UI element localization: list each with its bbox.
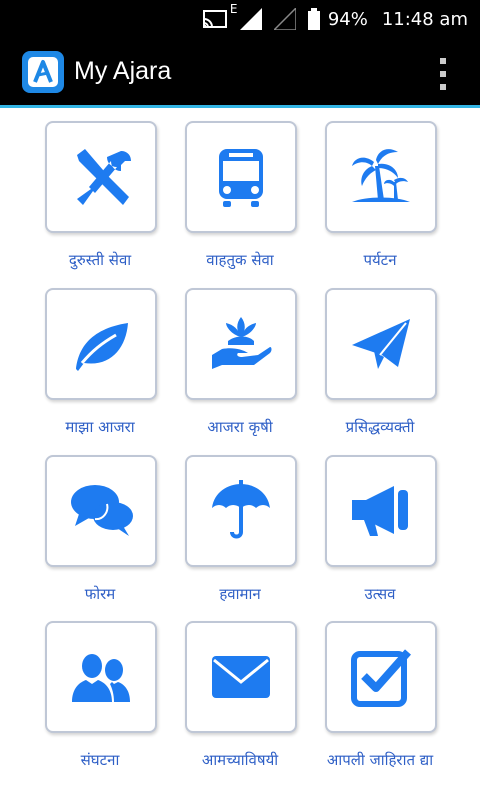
battery-icon	[307, 8, 320, 30]
tile-label: दुरुस्ती सेवा	[68, 251, 132, 269]
cast-icon	[202, 9, 228, 29]
palm-tree-icon	[352, 149, 410, 202]
envelope-icon	[212, 656, 270, 698]
tile-ajara-agriculture[interactable]: आजरा कृषी	[180, 288, 320, 448]
tile-label: आमच्याविषयी	[201, 751, 279, 769]
status-bar: E 94% 11:48 am	[0, 0, 480, 38]
paper-plane-icon	[352, 319, 410, 369]
tile-label: आजरा कृषी	[207, 418, 273, 436]
network-type: E	[229, 2, 238, 16]
tile-label: हवामान	[219, 585, 261, 603]
tile-famous-persons[interactable]: प्रसिद्धव्यक्ती	[320, 288, 460, 448]
app-logo[interactable]	[22, 50, 64, 93]
tile-label: संघटना	[80, 751, 120, 769]
tile-organizations[interactable]: संघटना	[40, 621, 180, 781]
tools-icon	[77, 149, 131, 205]
tile-tourism[interactable]: पर्यटन	[320, 121, 460, 281]
tile-box[interactable]	[185, 455, 297, 567]
tile-label: माझा आजरा	[65, 418, 135, 436]
tile-box[interactable]	[185, 288, 297, 400]
clock: 11:48 am	[381, 8, 468, 30]
plant-hand-icon	[212, 317, 272, 369]
tile-box[interactable]	[325, 288, 437, 400]
tile-post-ad[interactable]: आपली जाहिरात द्या	[320, 621, 460, 781]
tile-box[interactable]	[45, 455, 157, 567]
tile-box[interactable]	[45, 121, 157, 233]
leaf-icon	[76, 323, 128, 371]
tile-box[interactable]	[325, 121, 437, 233]
app-bar: My Ajara	[0, 38, 480, 108]
tile-box[interactable]	[325, 621, 437, 733]
overflow-menu-icon[interactable]	[436, 58, 450, 90]
tile-box[interactable]	[185, 621, 297, 733]
umbrella-icon	[212, 480, 270, 539]
battery-percent: 94%	[327, 8, 368, 30]
tile-label: पर्यटन	[363, 251, 397, 269]
tile-label: आपली जाहिरात द्या	[326, 751, 434, 769]
tile-label: फोरम	[84, 585, 116, 603]
tile-box[interactable]	[45, 621, 157, 733]
tile-my-ajara[interactable]: माझा आजरा	[40, 288, 180, 448]
tile-label: उत्सव	[364, 585, 396, 603]
tile-box[interactable]	[185, 121, 297, 233]
tile-transport-service[interactable]: वाहतुक सेवा	[180, 121, 320, 281]
checkbox-icon	[351, 649, 411, 707]
chat-bubbles-icon	[71, 485, 133, 536]
megaphone-icon	[352, 486, 408, 536]
tile-label: प्रसिद्धव्यक्ती	[345, 418, 415, 436]
signal-icon: E	[230, 2, 262, 30]
tile-repair-service[interactable]: दुरुस्ती सेवा	[40, 121, 180, 281]
bus-icon	[219, 149, 263, 207]
people-icon	[72, 654, 130, 702]
tile-box[interactable]	[45, 288, 157, 400]
tile-box[interactable]	[325, 455, 437, 567]
app-title: My Ajara	[74, 57, 172, 85]
tile-festivals[interactable]: उत्सव	[320, 455, 460, 615]
signal-empty-icon	[273, 8, 296, 30]
tile-forum[interactable]: फोरम	[40, 455, 180, 615]
tile-label: वाहतुक सेवा	[206, 251, 274, 269]
tile-about-us[interactable]: आमच्याविषयी	[180, 621, 320, 781]
tile-weather[interactable]: हवामान	[180, 455, 320, 615]
